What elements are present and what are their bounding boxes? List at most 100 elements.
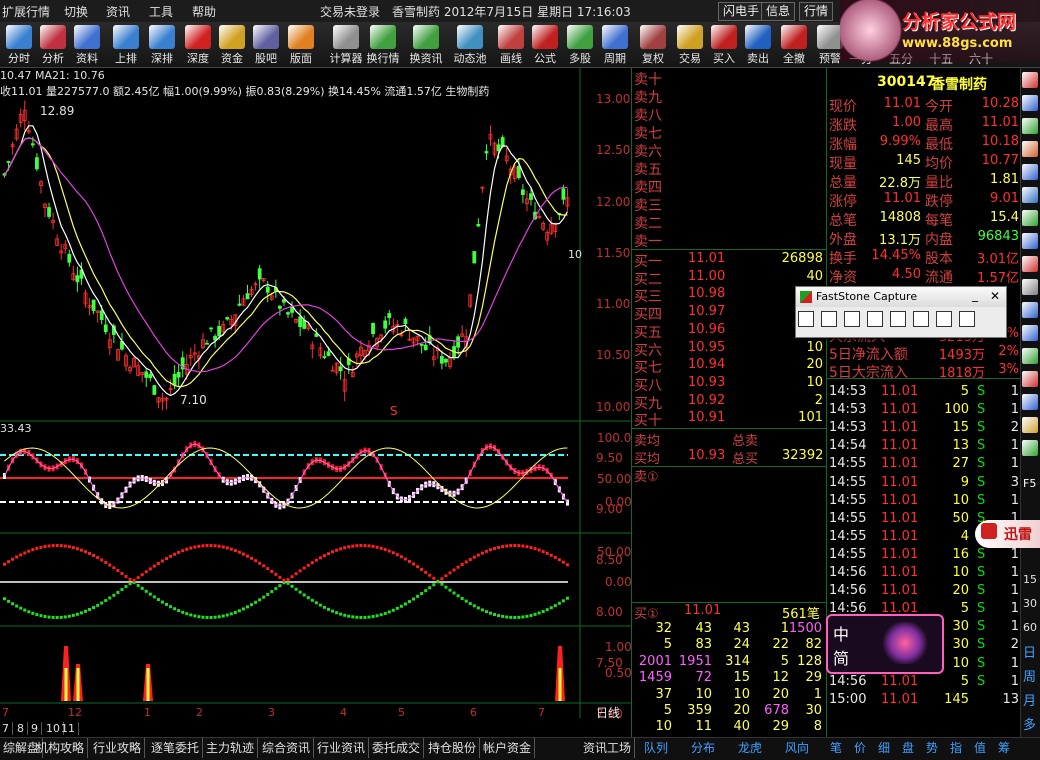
- capture-scrolling-icon[interactable]: [913, 311, 929, 327]
- flash-trade-button[interactable]: 闪电手: [718, 2, 765, 21]
- side-tool-icon[interactable]: [1022, 371, 1038, 387]
- minimize-icon[interactable]: _: [972, 288, 978, 302]
- bottom-tab[interactable]: 机构攻略: [33, 738, 89, 758]
- side-tool-icon[interactable]: [1022, 187, 1038, 203]
- capture-freehand-icon[interactable]: [867, 311, 883, 327]
- detail-tab[interactable]: 笔: [830, 738, 842, 758]
- bottom-tab[interactable]: 持仓股份: [425, 738, 481, 758]
- tick-price: 11.01: [881, 438, 919, 454]
- side-tool-icon[interactable]: [1022, 348, 1038, 364]
- toolbar-button-5[interactable]: 深度: [181, 24, 215, 66]
- ind2-dot: [436, 580, 440, 584]
- toolbar-button-0[interactable]: 分时: [2, 24, 36, 66]
- bottom-tab[interactable]: 帐户资金: [480, 738, 536, 758]
- capture-region-icon[interactable]: [844, 311, 860, 327]
- toolbar-button-20[interactable]: 卖出: [741, 24, 775, 66]
- queue-tab[interactable]: 龙虎: [738, 738, 762, 758]
- f5-label[interactable]: F5: [1023, 477, 1036, 490]
- faststone-capture-window[interactable]: FastStone Capture _ ✕: [795, 286, 1007, 338]
- side-tool-icon[interactable]: [1022, 164, 1038, 180]
- period-label[interactable]: 日线: [596, 704, 620, 721]
- side-tool-icon[interactable]: [1022, 325, 1038, 341]
- side-tool-icon[interactable]: [1022, 417, 1038, 433]
- side-tool-icon[interactable]: [1022, 233, 1038, 249]
- queue-tab[interactable]: 队列: [644, 738, 668, 758]
- capture-object-icon[interactable]: [821, 311, 837, 327]
- toolbar-button-9[interactable]: 计算器: [326, 24, 366, 66]
- side-tool-icon[interactable]: [1022, 141, 1038, 157]
- detail-tab[interactable]: 细: [878, 738, 890, 758]
- toolbar-button-18[interactable]: 交易: [673, 24, 707, 66]
- ind2-dot: [104, 599, 108, 603]
- detail-tab[interactable]: 价: [854, 738, 866, 758]
- period-vertical-tab[interactable]: 周: [1023, 666, 1036, 685]
- menu-extended-quotes[interactable]: 扩展行情: [2, 3, 50, 20]
- close-icon[interactable]: ✕: [990, 289, 1000, 303]
- bottom-tab[interactable]: 主力轨迹: [203, 738, 259, 758]
- toolbar-button-2[interactable]: 资料: [70, 24, 104, 66]
- toolbar-button-17[interactable]: 复权: [636, 24, 670, 66]
- ind2-dot: [553, 604, 557, 608]
- toolbar-button-3[interactable]: 上排: [109, 24, 143, 66]
- capture-window-icon[interactable]: [798, 311, 814, 327]
- detail-tab[interactable]: 势: [926, 738, 938, 758]
- toolbar-button-12[interactable]: 动态池: [450, 24, 490, 66]
- side-tool-icon[interactable]: [1022, 95, 1038, 111]
- menu-help[interactable]: 帮助: [192, 3, 216, 20]
- bottom-tab[interactable]: 综合资讯: [259, 738, 315, 758]
- toolbar-button-10[interactable]: 换行情: [363, 24, 403, 66]
- bottom-tab[interactable]: 逐笔委托: [148, 738, 204, 758]
- info-button[interactable]: 信息: [761, 2, 796, 21]
- save-icon[interactable]: [936, 311, 952, 327]
- chart-area[interactable]: 10.47 MA21: 10.76 收11.01 量227577.0 额2.45…: [0, 68, 632, 738]
- detail-tab[interactable]: 筹: [998, 738, 1010, 758]
- toolbar-button-6[interactable]: 资金: [215, 24, 249, 66]
- period-vertical-tab[interactable]: 日: [1023, 642, 1036, 661]
- bottom-tab[interactable]: 委托成交: [369, 738, 425, 758]
- queue-tab[interactable]: 分布: [691, 738, 715, 758]
- input-method-popup[interactable]: 中 简: [826, 614, 944, 674]
- detail-tab[interactable]: 值: [974, 738, 986, 758]
- detail-tab[interactable]: 盘: [902, 738, 914, 758]
- toolbar-button-4[interactable]: 深排: [145, 24, 179, 66]
- toolbar-button-1[interactable]: 分析: [36, 24, 70, 66]
- side-tool-icon[interactable]: [1022, 302, 1038, 318]
- ind2-dot: [387, 549, 391, 553]
- xunlei-tab[interactable]: 迅雷: [975, 520, 1040, 548]
- toolbar-button-21[interactable]: 全撤: [777, 24, 811, 66]
- side-tool-icon[interactable]: [1022, 72, 1038, 88]
- toolbar-button-16[interactable]: 周期: [598, 24, 632, 66]
- side-tool-icon[interactable]: [1022, 394, 1038, 410]
- side-tool-icon[interactable]: [1022, 118, 1038, 134]
- bottom-tab[interactable]: 资讯工场: [580, 738, 636, 758]
- ind2-dot: [201, 615, 205, 619]
- menu-switch[interactable]: 切换: [64, 3, 88, 20]
- side-tool-icon[interactable]: [1022, 256, 1038, 272]
- capture-fullscreen-icon[interactable]: [890, 311, 906, 327]
- period-vertical-tab[interactable]: 多: [1023, 714, 1036, 733]
- side-tool-icon[interactable]: [1022, 210, 1038, 226]
- side-tool-icon[interactable]: [1022, 440, 1038, 456]
- toolbar-button-19[interactable]: 买入: [707, 24, 741, 66]
- menu-news[interactable]: 资讯: [106, 3, 130, 20]
- candle: [241, 294, 246, 306]
- toolbar-button-13[interactable]: 画线: [494, 24, 528, 66]
- queue-tab[interactable]: 风向: [785, 738, 809, 758]
- period-number[interactable]: 60: [1023, 621, 1037, 634]
- bottom-tab[interactable]: 行业资讯: [314, 738, 370, 758]
- toolbar-button-15[interactable]: 多股: [563, 24, 597, 66]
- toolbar-button-8[interactable]: 版面: [284, 24, 318, 66]
- settings-icon[interactable]: [959, 311, 975, 327]
- quotes-button[interactable]: 行情: [799, 2, 834, 21]
- toolbar-button-11[interactable]: 换资讯: [406, 24, 446, 66]
- quote-field-value: 145: [896, 153, 921, 168]
- toolbar-button-14[interactable]: 公式: [528, 24, 562, 66]
- menu-tools[interactable]: 工具: [149, 3, 173, 20]
- detail-tab[interactable]: 指: [950, 738, 962, 758]
- period-number[interactable]: 30: [1023, 597, 1037, 610]
- toolbar-button-7[interactable]: 股吧: [249, 24, 283, 66]
- period-vertical-tab[interactable]: 月: [1023, 690, 1036, 709]
- bottom-tab[interactable]: 行业攻略: [90, 738, 146, 758]
- period-number[interactable]: 15: [1023, 573, 1037, 586]
- side-tool-icon[interactable]: [1022, 279, 1038, 295]
